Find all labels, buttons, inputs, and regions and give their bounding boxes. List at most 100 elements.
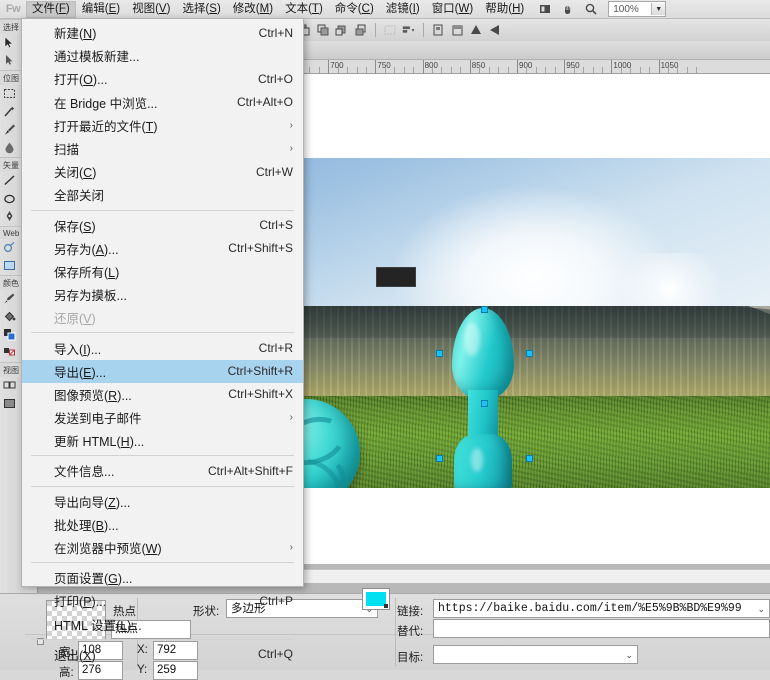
hotspot-handle[interactable] — [526, 350, 533, 357]
menu-item-label: HTML 设置(L)... — [54, 615, 293, 634]
menubar-item-0[interactable]: 文件(F) — [26, 1, 76, 18]
menubar-item-2[interactable]: 视图(V) — [126, 1, 176, 18]
hotspot-color-swatch[interactable] — [362, 588, 390, 610]
menu-item-label: 全部关闭 — [54, 185, 293, 204]
panel-divider — [395, 598, 396, 666]
menu-item-19[interactable]: 更新 HTML(H)... — [22, 429, 303, 452]
menu-item-10[interactable]: 另存为(A)...Ctrl+Shift+S — [22, 237, 303, 260]
hotspot-handle[interactable] — [481, 306, 488, 313]
menubar-item-3[interactable]: 选择(S) — [176, 1, 226, 18]
crop-icon[interactable] — [449, 22, 465, 38]
hotspot-handle[interactable] — [526, 455, 533, 462]
ruler-minor-tick — [545, 67, 546, 73]
ruler-minor-tick — [668, 67, 669, 73]
flip-vertical-icon[interactable] — [487, 22, 503, 38]
ruler-minor-tick — [394, 67, 395, 73]
screen-mode-icon[interactable] — [538, 2, 552, 16]
menu-item-shortcut: Ctrl+P — [259, 594, 293, 608]
menu-item-label: 新建(N) — [54, 23, 241, 42]
chevron-down-icon[interactable]: ⌄ — [757, 600, 765, 618]
menu-item-label: 通过模板新建... — [54, 46, 293, 65]
menu-item-18[interactable]: 发送到电子邮件 › — [22, 406, 303, 429]
menu-item-23[interactable]: 导出向导(Z)... — [22, 490, 303, 513]
menu-item-shortcut: Ctrl+W — [256, 165, 293, 179]
menu-item-12[interactable]: 另存为摸板... — [22, 283, 303, 306]
menu-item-31[interactable]: 退出(X)Ctrl+Q — [22, 643, 303, 666]
menu-item-5[interactable]: 扫描› — [22, 137, 303, 160]
ruler-minor-tick — [413, 67, 414, 73]
chevron-right-icon: › — [290, 143, 293, 154]
ruler-minor-tick — [385, 67, 386, 73]
menubar-tools — [538, 2, 598, 16]
menu-item-25[interactable]: 在浏览器中预览(W)› — [22, 536, 303, 559]
menu-item-9[interactable]: 保存(S)Ctrl+S — [22, 214, 303, 237]
world-cup-trophy[interactable] — [438, 308, 528, 488]
target-select[interactable]: ⌄ — [433, 645, 638, 664]
menubar-item-7[interactable]: 滤镜(I) — [380, 1, 426, 18]
menu-item-4[interactable]: 打开最近的文件(T)› — [22, 114, 303, 137]
flip-horizontal-icon[interactable] — [468, 22, 484, 38]
menu-item-3[interactable]: 在 Bridge 中浏览...Ctrl+Alt+O — [22, 91, 303, 114]
hotspot-handle[interactable] — [481, 400, 488, 407]
swatch-corner-icon — [384, 604, 388, 608]
send-backward-icon[interactable] — [334, 22, 350, 38]
menu-item-7[interactable]: 全部关闭 — [22, 183, 303, 206]
menu-separator — [31, 332, 294, 333]
menu-item-1[interactable]: 通过模板新建... — [22, 44, 303, 67]
menu-items: 文件(F)编辑(E)视图(V)选择(S)修改(M)文本(T)命令(C)滤镜(I)… — [26, 1, 530, 18]
hotspot-handle[interactable] — [436, 350, 443, 357]
chevron-down-icon[interactable]: ⌄ — [625, 646, 633, 664]
ruler-minor-tick — [621, 67, 622, 73]
menubar-item-8[interactable]: 窗口(W) — [426, 1, 480, 18]
ruler-minor-tick — [526, 67, 527, 73]
menu-item-6[interactable]: 关闭(C) Ctrl+W — [22, 160, 303, 183]
ruler-minor-tick — [319, 67, 320, 73]
menu-item-0[interactable]: 新建(N)Ctrl+N — [22, 21, 303, 44]
menu-item-29[interactable]: HTML 设置(L)... — [22, 613, 303, 636]
menu-item-27[interactable]: 页面设置(G)... — [22, 566, 303, 589]
menu-item-2[interactable]: 打开(O)...Ctrl+O — [22, 67, 303, 90]
scoreboard — [376, 267, 416, 287]
trophy-highlight — [464, 322, 480, 356]
ruler-minor-tick — [441, 67, 442, 73]
hotspot-handle[interactable] — [436, 455, 443, 462]
menubar-item-6[interactable]: 命令(C) — [329, 1, 380, 18]
ruler-label-950: 950 — [564, 61, 579, 70]
menu-item-label: 打印(P)... — [54, 591, 241, 610]
menu-item-label: 关闭(C) — [54, 162, 238, 181]
menu-item-24[interactable]: 批处理(B)... — [22, 513, 303, 536]
menu-separator — [31, 639, 294, 640]
menu-item-label: 还原(V) — [54, 308, 293, 327]
zoom-tool-icon[interactable] — [584, 2, 598, 16]
menu-item-shortcut: Ctrl+Shift+S — [228, 241, 293, 255]
link-select[interactable]: https://baike.baidu.com/item/%E5%9B%BD%E… — [433, 599, 770, 618]
send-to-back-icon[interactable] — [353, 22, 369, 38]
menubar-item-1[interactable]: 编辑(E) — [76, 1, 126, 18]
ruler-minor-tick — [309, 67, 310, 73]
menubar-item-5[interactable]: 文本(T) — [279, 1, 329, 18]
menu-item-21[interactable]: 文件信息...Ctrl+Alt+Shift+F — [22, 459, 303, 482]
distribute-icon[interactable] — [430, 22, 446, 38]
menu-item-11[interactable]: 保存所有(L) — [22, 260, 303, 283]
menu-item-label: 图像预览(R)... — [54, 385, 210, 404]
alt-input[interactable] — [433, 619, 770, 638]
menu-item-28[interactable]: 打印(P)... Ctrl+P — [22, 589, 303, 612]
chevron-right-icon: › — [290, 412, 293, 423]
file-dropdown-menu[interactable]: 新建(N)Ctrl+N 通过模板新建... 打开(O)...Ctrl+O在 Brid… — [21, 18, 304, 587]
zoom-level-combobox[interactable]: 100% ▼ — [608, 1, 666, 17]
menu-item-label: 发送到电子邮件 — [54, 408, 272, 427]
menu-item-label: 打开(O)... — [54, 69, 240, 88]
menu-item-shortcut: Ctrl+R — [259, 341, 293, 355]
chevron-down-icon[interactable]: ▼ — [651, 3, 665, 15]
menubar-item-9[interactable]: 帮助(H) — [479, 1, 530, 18]
ruler-label-900: 900 — [517, 61, 532, 70]
menubar-item-4[interactable]: 修改(M) — [227, 1, 279, 18]
hand-tool-icon[interactable] — [561, 2, 575, 16]
menu-item-16[interactable]: 导出(E)...Ctrl+Shift+R — [22, 360, 303, 383]
align-menu-icon[interactable] — [401, 22, 417, 38]
ruler-minor-tick — [366, 67, 367, 73]
menu-item-15[interactable]: 导入(I)...Ctrl+R — [22, 336, 303, 359]
bring-forward-icon[interactable] — [315, 22, 331, 38]
menu-item-17[interactable]: 图像预览(R)...Ctrl+Shift+X — [22, 383, 303, 406]
ruler-minor-tick — [687, 67, 688, 73]
